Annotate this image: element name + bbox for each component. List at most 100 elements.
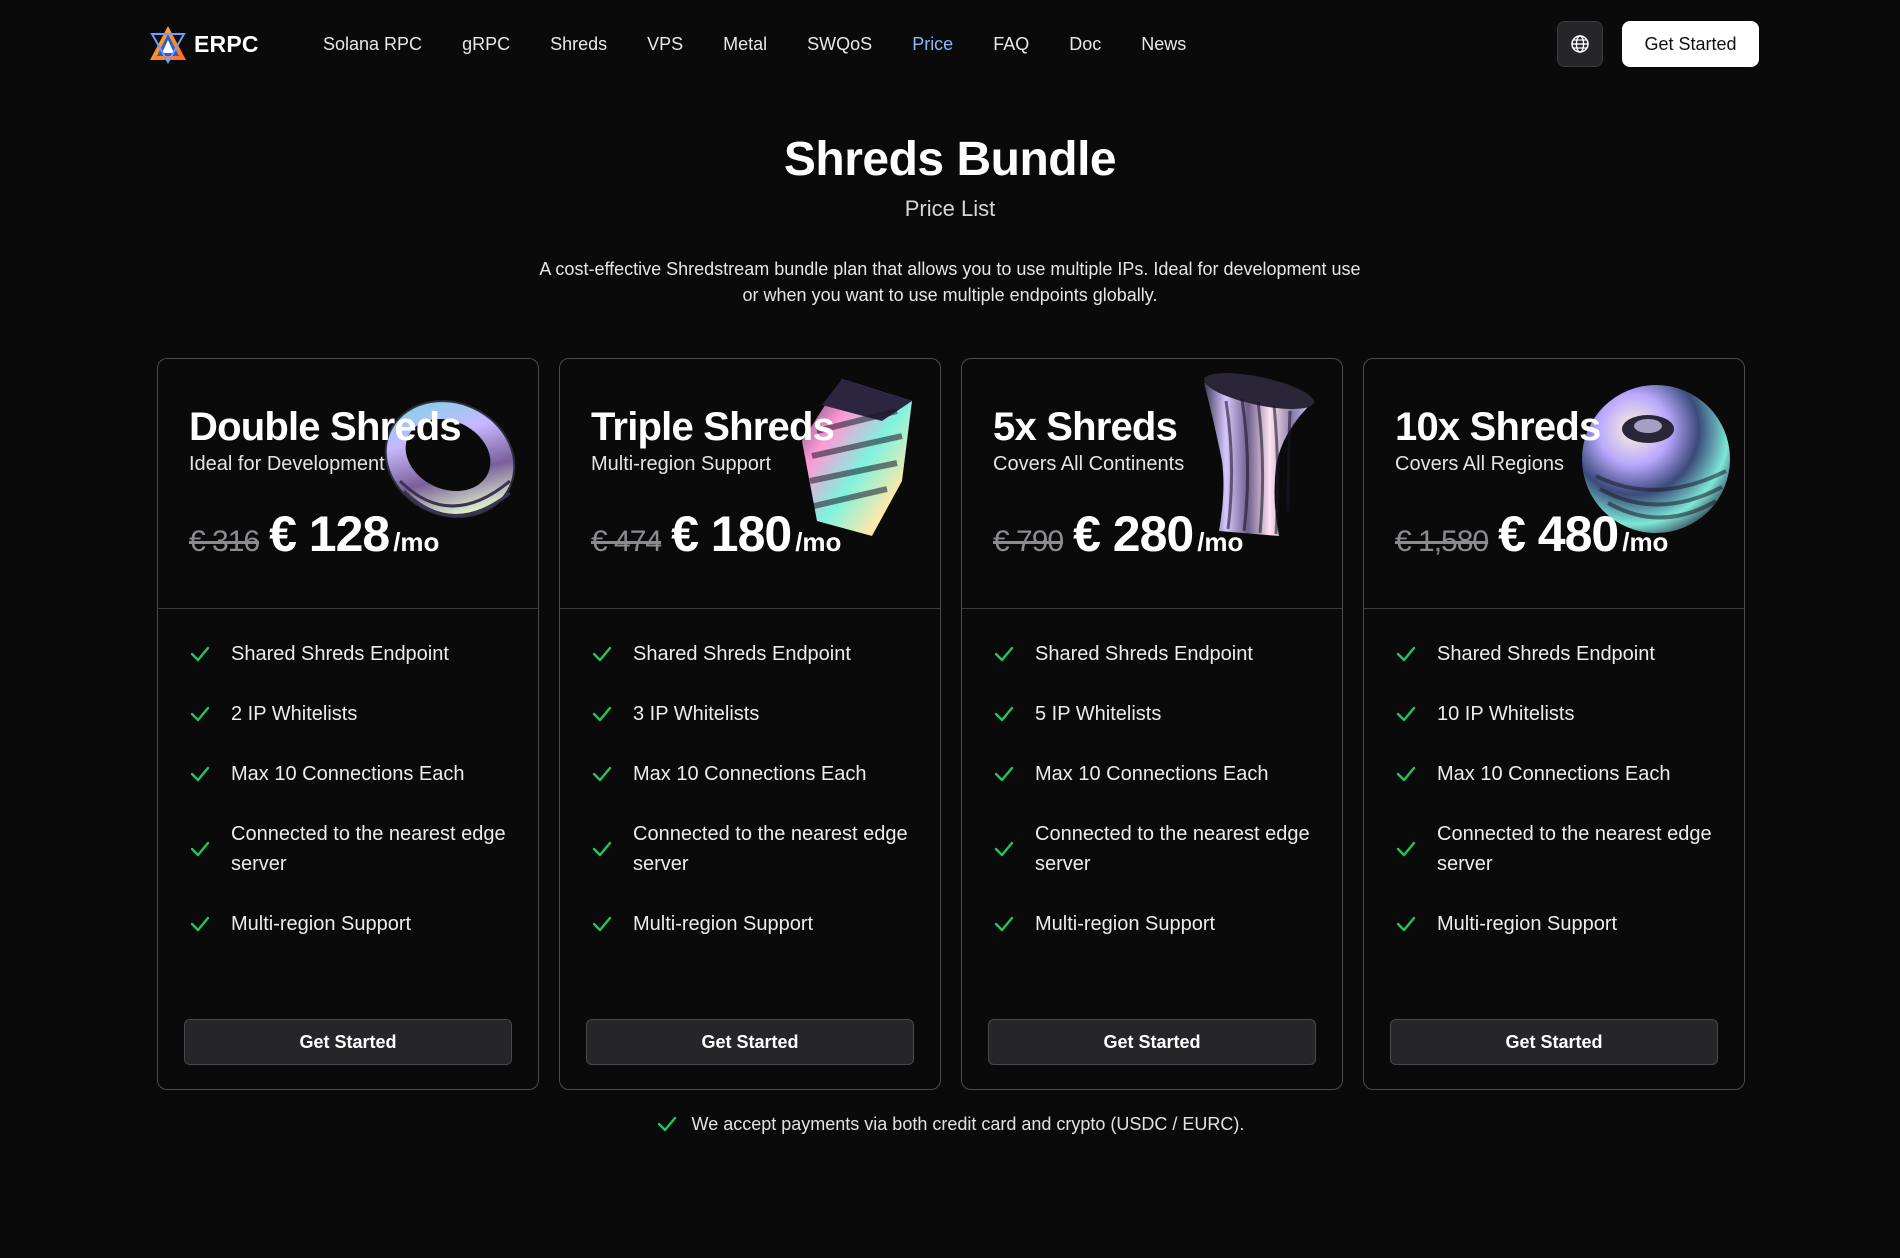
- plan-card-header: 10x Shreds Covers All Regions € 1,580 € …: [1364, 359, 1744, 609]
- plan-old-price: € 474: [591, 525, 662, 558]
- check-icon: [592, 916, 612, 932]
- page-subtitle: Price List: [904, 196, 996, 221]
- plan-tagline: Ideal for Development: [189, 453, 385, 475]
- feature-label: Max 10 Connections Each: [231, 763, 465, 785]
- plan-features: Shared Shreds Endpoint 2 IP Whitelists M…: [189, 639, 519, 969]
- check-icon: [994, 766, 1014, 782]
- plan-tagline: Multi-region Support: [591, 453, 772, 475]
- plan-card-double-shreds: Double Shreds Ideal for Development € 31…: [157, 358, 539, 1090]
- plan-features: Shared Shreds Endpoint 5 IP Whitelists M…: [993, 639, 1323, 969]
- check-icon: [190, 646, 210, 662]
- plan-card-10x-shreds: 10x Shreds Covers All Regions € 1,580 € …: [1363, 358, 1745, 1090]
- brand-logo[interactable]: ERPC: [148, 24, 259, 64]
- check-icon: [190, 706, 210, 722]
- check-icon: [190, 766, 210, 782]
- feature-item: Shared Shreds Endpoint: [993, 639, 1323, 669]
- plan-new-price: € 180: [671, 506, 792, 562]
- check-icon: [1396, 706, 1416, 722]
- feature-item: 2 IP Whitelists: [189, 699, 519, 729]
- feature-label: Multi-region Support: [231, 913, 412, 935]
- check-icon: [190, 841, 210, 857]
- feature-label: 3 IP Whitelists: [633, 703, 760, 725]
- check-icon: [1396, 646, 1416, 662]
- nav-item-news[interactable]: News: [1141, 30, 1186, 58]
- plan-features: Shared Shreds Endpoint 3 IP Whitelists M…: [591, 639, 921, 969]
- plan-old-price: € 316: [189, 525, 260, 558]
- plan-title: Triple Shreds: [591, 405, 835, 449]
- feature-label: Connected to the nearest edge server: [231, 823, 506, 875]
- header-get-started-button[interactable]: Get Started: [1622, 21, 1759, 67]
- plan-period: /mo: [393, 527, 440, 557]
- feature-label: Connected to the nearest edge server: [633, 823, 908, 875]
- check-icon: [1396, 766, 1416, 782]
- plan-get-started-button[interactable]: Get Started: [586, 1019, 914, 1065]
- plan-tagline: Covers All Continents: [993, 453, 1185, 475]
- feature-label: Shared Shreds Endpoint: [1035, 643, 1253, 665]
- feature-label: Connected to the nearest edge server: [1035, 823, 1310, 875]
- plan-title: 10x Shreds: [1395, 405, 1601, 449]
- plan-get-started-button[interactable]: Get Started: [184, 1019, 512, 1065]
- feature-item: 10 IP Whitelists: [1395, 699, 1725, 729]
- feature-label: Shared Shreds Endpoint: [231, 643, 449, 665]
- plan-period: /mo: [795, 527, 842, 557]
- check-icon: [994, 841, 1014, 857]
- check-icon: [994, 706, 1014, 722]
- plan-price: € 474 € 180 /mo: [591, 505, 841, 563]
- plan-get-started-button[interactable]: Get Started: [1390, 1019, 1718, 1065]
- feature-item: Connected to the nearest edge server: [1395, 819, 1725, 879]
- feature-label: 5 IP Whitelists: [1035, 703, 1162, 725]
- nav-item-doc[interactable]: Doc: [1069, 30, 1101, 58]
- nav-item-grpc[interactable]: gRPC: [462, 30, 510, 58]
- nav-item-solana-rpc[interactable]: Solana RPC: [323, 30, 422, 58]
- plan-price: € 1,580 € 480 /mo: [1395, 505, 1668, 563]
- nav-item-faq[interactable]: FAQ: [993, 30, 1029, 58]
- top-navbar: ERPC Solana RPC gRPC Shreds VPS Metal SW…: [0, 0, 1900, 88]
- check-icon: [994, 646, 1014, 662]
- feature-label: 10 IP Whitelists: [1437, 703, 1575, 725]
- payment-note-text: We accept payments via both credit card …: [691, 1113, 1245, 1134]
- plan-new-price: € 480: [1498, 506, 1619, 562]
- nav-item-shreds[interactable]: Shreds: [550, 30, 607, 58]
- plan-get-started-button[interactable]: Get Started: [988, 1019, 1316, 1065]
- feature-item: Multi-region Support: [993, 909, 1323, 939]
- nav-item-vps[interactable]: VPS: [647, 30, 683, 58]
- feature-label: Multi-region Support: [633, 913, 814, 935]
- check-icon: [994, 916, 1014, 932]
- feature-item: Multi-region Support: [591, 909, 921, 939]
- feature-label: Max 10 Connections Each: [633, 763, 867, 785]
- feature-label: Shared Shreds Endpoint: [1437, 643, 1655, 665]
- feature-label: Max 10 Connections Each: [1035, 763, 1269, 785]
- feature-item: Connected to the nearest edge server: [993, 819, 1323, 879]
- plan-title: Double Shreds: [189, 405, 462, 449]
- plan-card-header: Triple Shreds Multi-region Support € 474…: [560, 359, 940, 609]
- feature-item: Max 10 Connections Each: [993, 759, 1323, 789]
- nav-item-price[interactable]: Price: [912, 30, 953, 58]
- brand-name: ERPC: [194, 30, 259, 57]
- nav-item-metal[interactable]: Metal: [723, 30, 767, 58]
- payment-note: We accept payments via both credit card …: [0, 1112, 1900, 1136]
- plan-new-price: € 280: [1073, 506, 1194, 562]
- erpc-logo-icon: [150, 26, 186, 64]
- feature-item: Connected to the nearest edge server: [591, 819, 921, 879]
- plan-features: Shared Shreds Endpoint 10 IP Whitelists …: [1395, 639, 1725, 969]
- feature-label: Multi-region Support: [1035, 913, 1216, 935]
- check-icon: [592, 766, 612, 782]
- plan-card-triple-shreds: Triple Shreds Multi-region Support € 474…: [559, 358, 941, 1090]
- check-icon: [592, 841, 612, 857]
- plan-new-price: € 128: [269, 506, 390, 562]
- plan-tagline: Covers All Regions: [1395, 453, 1564, 475]
- feature-item: Max 10 Connections Each: [1395, 759, 1725, 789]
- check-icon: [190, 916, 210, 932]
- language-button[interactable]: [1557, 21, 1603, 67]
- feature-item: Multi-region Support: [189, 909, 519, 939]
- page-description: A cost-effective Shredstream bundle plan…: [539, 259, 1361, 305]
- plan-period: /mo: [1197, 527, 1244, 557]
- plan-title: 5x Shreds: [993, 405, 1178, 449]
- plan-card-header: 5x Shreds Covers All Continents € 790 € …: [962, 359, 1342, 609]
- plan-price: € 790 € 280 /mo: [993, 505, 1243, 563]
- feature-label: Max 10 Connections Each: [1437, 763, 1671, 785]
- feature-item: 3 IP Whitelists: [591, 699, 921, 729]
- feature-item: Max 10 Connections Each: [189, 759, 519, 789]
- nav-item-swqos[interactable]: SWQoS: [807, 30, 872, 58]
- main-menu: Solana RPC gRPC Shreds VPS Metal SWQoS P…: [323, 30, 1226, 58]
